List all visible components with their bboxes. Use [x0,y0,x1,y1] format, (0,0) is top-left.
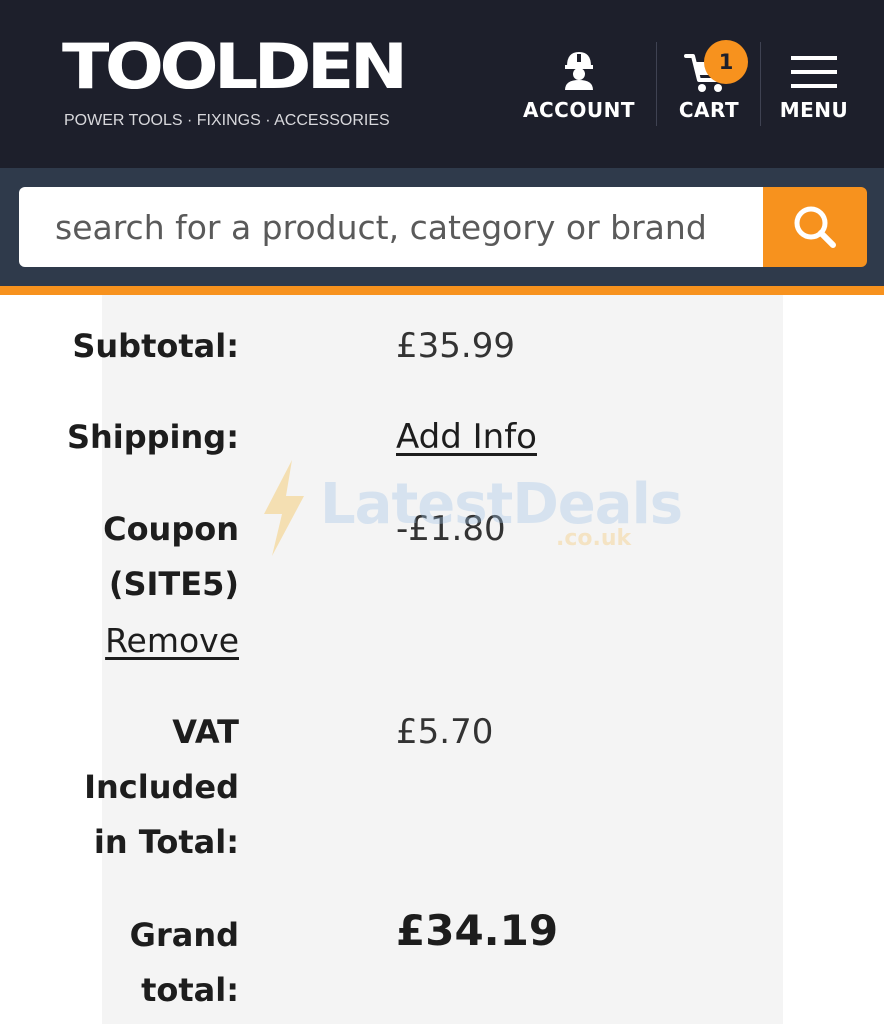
vat-label-line1: VAT [172,713,239,751]
cart-count-badge: 1 [704,40,748,84]
hamburger-icon [791,56,837,88]
coupon-code: (SITE5) [108,565,239,603]
search-icon [794,206,836,248]
worker-helmet-icon [565,52,593,90]
coupon-value: -£1.80 [396,509,506,549]
order-totals-panel: Subtotal: £35.99 Shipping: Add Info Coup… [67,295,783,1024]
vat-label-line3: in Total: [93,823,239,861]
grand-total-value: £34.19 [396,906,559,955]
account-label: ACCOUNT [523,98,635,122]
cart-label: CART [678,98,740,122]
search-button[interactable] [763,187,867,267]
coupon-label: Coupon [103,510,239,548]
accent-divider [0,286,884,295]
coupon-remove-link[interactable]: Remove [105,613,239,668]
grand-total-label-line2: total: [141,971,239,1009]
cart-link[interactable]: 1 CART [666,40,752,130]
vat-value: £5.70 [396,712,494,752]
menu-label: MENU [779,98,849,122]
search-input[interactable] [19,187,763,267]
site-header: TOOLDEN POWER TOOLS · FIXINGS · ACCESSOR… [0,0,884,168]
subtotal-label: Subtotal: [72,327,239,365]
menu-button[interactable]: MENU [776,40,852,130]
subtotal-value: £35.99 [396,326,515,366]
shipping-label: Shipping: [66,418,239,456]
vat-label-line2: Included [84,768,239,806]
account-link[interactable]: ACCOUNT [520,40,638,130]
nav-divider [760,42,761,126]
nav-divider [656,42,657,126]
site-logo[interactable]: TOOLDEN POWER TOOLS · FIXINGS · ACCESSOR… [62,34,412,130]
logo-wordmark: TOOLDEN [62,30,408,103]
shipping-add-info-link[interactable]: Add Info [396,410,537,465]
grand-total-label-line1: Grand [129,916,239,954]
logo-tagline: POWER TOOLS · FIXINGS · ACCESSORIES [64,112,390,129]
